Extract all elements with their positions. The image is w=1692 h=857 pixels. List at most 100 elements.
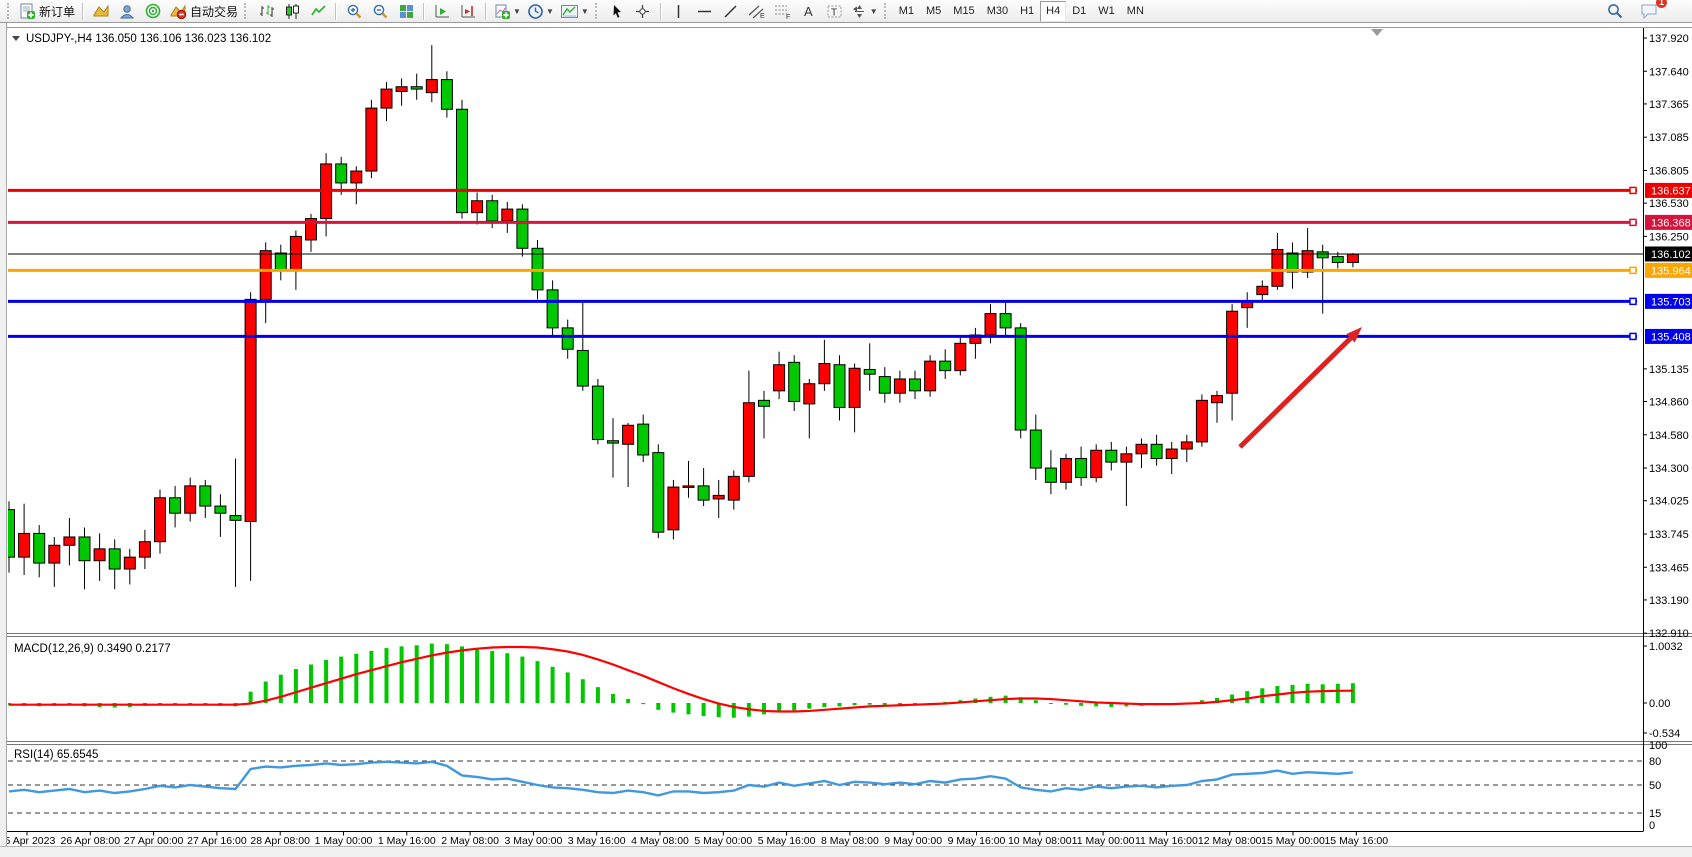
candle-body <box>985 314 996 335</box>
line-handle[interactable] <box>1630 219 1636 225</box>
candle-body <box>1015 328 1026 430</box>
toolbar-grip <box>884 3 890 19</box>
line-handle[interactable] <box>1630 187 1636 193</box>
macd-tick-label: -0.534 <box>1649 728 1680 740</box>
timeframe-button-m5[interactable]: M5 <box>920 1 947 22</box>
svg-text:136.102: 136.102 <box>1651 249 1691 261</box>
candle-body <box>245 299 256 521</box>
indicators-button[interactable]: ▼ <box>491 0 524 22</box>
auto-trading-button[interactable]: 自动交易 <box>166 0 241 22</box>
channel-tool-button[interactable]: E <box>744 0 770 22</box>
templates-button[interactable]: ▼ <box>557 0 592 22</box>
svg-text:A: A <box>804 4 813 19</box>
candle-body <box>683 486 694 488</box>
macd-histogram-bar <box>641 703 645 704</box>
macd-histogram-bar <box>853 703 857 705</box>
bar-chart-button[interactable] <box>253 0 279 22</box>
strategy-tester-button[interactable] <box>140 0 166 22</box>
svg-text:135.703: 135.703 <box>1651 296 1691 308</box>
chart-shift-button[interactable] <box>455 0 481 22</box>
candlestick-chart-button[interactable] <box>279 0 305 22</box>
price-tick-label: 137.920 <box>1649 33 1689 45</box>
timeframe-button-d1[interactable]: D1 <box>1066 1 1092 22</box>
price-tick-label: 136.805 <box>1649 165 1689 177</box>
tile-windows-button[interactable] <box>393 0 419 22</box>
text-label-tool-button[interactable]: T <box>822 0 848 22</box>
svg-text:136.368: 136.368 <box>1651 217 1691 229</box>
candle-body <box>139 542 150 557</box>
macd-histogram-bar <box>505 653 509 703</box>
zoom-out-button[interactable] <box>367 0 393 22</box>
vline-tool-button[interactable] <box>666 0 692 22</box>
price-tick-label: 134.025 <box>1649 496 1689 508</box>
line-chart-button[interactable] <box>305 0 331 22</box>
candle-body <box>64 537 75 545</box>
timeframe-button-m30[interactable]: M30 <box>981 1 1014 22</box>
candle-body <box>1257 286 1268 294</box>
time-tick-label: 2 May 08:00 <box>441 835 499 846</box>
candle-body <box>743 403 754 477</box>
price-tick-label: 134.300 <box>1649 463 1689 475</box>
hline-tool-button[interactable] <box>692 0 718 22</box>
macd-histogram-bar <box>702 703 706 716</box>
macd-histogram-bar <box>687 703 691 714</box>
periods-button[interactable]: ▼ <box>524 0 557 22</box>
macd-histogram-bar <box>400 646 404 703</box>
timeframe-button-h4[interactable]: H4 <box>1040 1 1066 22</box>
data-window-button[interactable] <box>114 0 140 22</box>
main-toolbar: 新订单 自动交易 ▼ ▼ ▼ E F A T ▼ M1M5M15M30H1H4D… <box>0 0 1692 23</box>
market-watch-button[interactable] <box>88 0 114 22</box>
new-order-button[interactable]: 新订单 <box>16 0 78 22</box>
text-label-icon: T <box>826 3 843 20</box>
timeframe-button-h1[interactable]: H1 <box>1014 1 1040 22</box>
timeframe-button-w1[interactable]: W1 <box>1092 1 1121 22</box>
crosshair-tool-button[interactable] <box>630 0 656 22</box>
candle-body <box>774 365 785 391</box>
arrows-icon <box>851 3 868 20</box>
svg-text:E: E <box>760 13 765 20</box>
candle-body <box>396 87 407 92</box>
line-handle[interactable] <box>1630 267 1636 273</box>
candle-body <box>1227 311 1238 393</box>
candle-body <box>411 87 422 89</box>
timeframe-button-m15[interactable]: M15 <box>947 1 980 22</box>
search-icon <box>1606 2 1624 20</box>
macd-histogram-bar <box>551 667 555 703</box>
candle-body <box>1106 450 1117 462</box>
candle-body <box>698 486 709 500</box>
cursor-tool-button[interactable] <box>604 0 630 22</box>
arrows-tool-button[interactable]: ▼ <box>848 0 881 22</box>
search-button[interactable] <box>1602 0 1628 22</box>
macd-histogram-bar <box>1049 703 1053 704</box>
candle-body <box>457 109 468 212</box>
price-tag-136.368: 136.368 <box>1645 215 1692 230</box>
candle-body <box>34 533 45 563</box>
candle-body <box>170 498 181 513</box>
time-tick-label: 28 Apr 08:00 <box>250 835 310 846</box>
price-tick-label: 136.530 <box>1649 198 1689 210</box>
candle-body <box>1091 450 1102 477</box>
chart-window[interactable]: USDJPY-,H4 136.050 136.106 136.023 136.1… <box>0 23 1692 846</box>
rsi-tick-label: 15 <box>1649 808 1661 820</box>
candle-body <box>1136 444 1147 454</box>
trendline-tool-button[interactable] <box>718 0 744 22</box>
trendline-icon <box>722 3 739 20</box>
line-handle[interactable] <box>1630 298 1636 304</box>
price-chart[interactable]: USDJPY-,H4 136.050 136.106 136.023 136.1… <box>0 23 1692 846</box>
line-handle[interactable] <box>1630 333 1636 339</box>
candle-body <box>487 201 498 221</box>
notification-badge: 1 <box>1656 0 1667 8</box>
timeframe-button-mn[interactable]: MN <box>1121 1 1150 22</box>
fibonacci-tool-button[interactable]: F <box>770 0 796 22</box>
candle-body <box>94 549 105 561</box>
zoom-in-button[interactable] <box>341 0 367 22</box>
candle-body <box>1166 449 1177 459</box>
text-tool-button[interactable]: A <box>796 0 822 22</box>
new-order-label: 新订单 <box>39 3 75 20</box>
timeframe-button-m1[interactable]: M1 <box>893 1 920 22</box>
notifications-button[interactable]: 1 <box>1636 0 1662 22</box>
auto-scroll-button[interactable] <box>429 0 455 22</box>
candle-body <box>502 209 513 221</box>
candle-body <box>864 369 875 374</box>
candle-body <box>1030 430 1041 468</box>
